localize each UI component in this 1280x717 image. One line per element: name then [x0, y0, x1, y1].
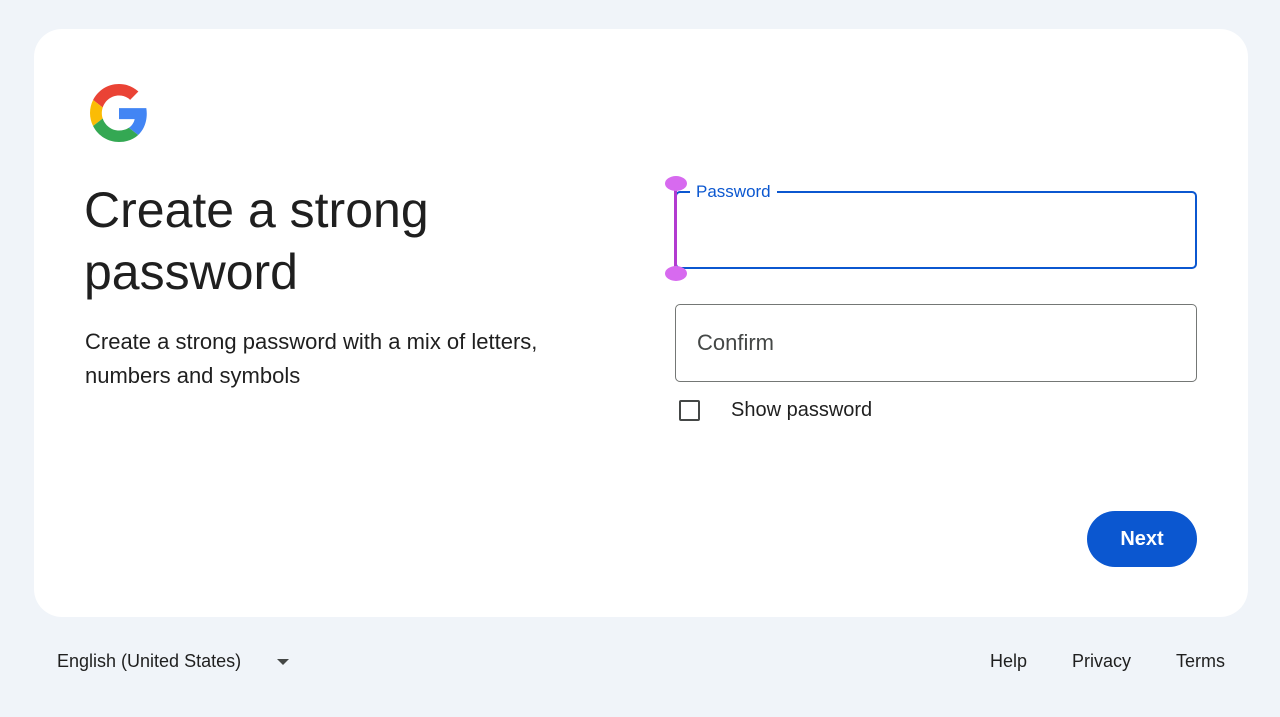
show-password-checkbox[interactable] [679, 399, 700, 421]
language-select[interactable]: English (United States) [57, 651, 289, 672]
footer-links: Help Privacy Terms [945, 651, 1225, 672]
password-field[interactable]: Password [665, 176, 1197, 281]
privacy-link[interactable]: Privacy [1072, 651, 1131, 672]
signin-card: Create a strong password Create a strong… [34, 29, 1248, 617]
selection-handle-bottom[interactable] [665, 266, 687, 281]
terms-link[interactable]: Terms [1176, 651, 1225, 672]
page-title: Create a strong password [84, 182, 429, 300]
footer: English (United States) Help Privacy Ter… [0, 617, 1280, 717]
dropdown-arrow-icon[interactable] [277, 659, 289, 665]
show-password-row[interactable]: Show password [679, 397, 872, 423]
language-select-value[interactable]: English (United States) [57, 651, 241, 672]
google-logo-icon [90, 84, 148, 142]
page-subtitle: Create a strong password with a mix of l… [85, 329, 538, 388]
confirm-input[interactable] [676, 305, 1196, 381]
next-button[interactable]: Next [1087, 511, 1197, 567]
show-password-label[interactable]: Show password [731, 399, 872, 422]
selection-handle-top[interactable] [665, 176, 687, 191]
confirm-field[interactable] [675, 304, 1197, 382]
password-input[interactable] [677, 193, 1195, 267]
help-link[interactable]: Help [990, 651, 1027, 672]
text-caret [674, 187, 677, 273]
